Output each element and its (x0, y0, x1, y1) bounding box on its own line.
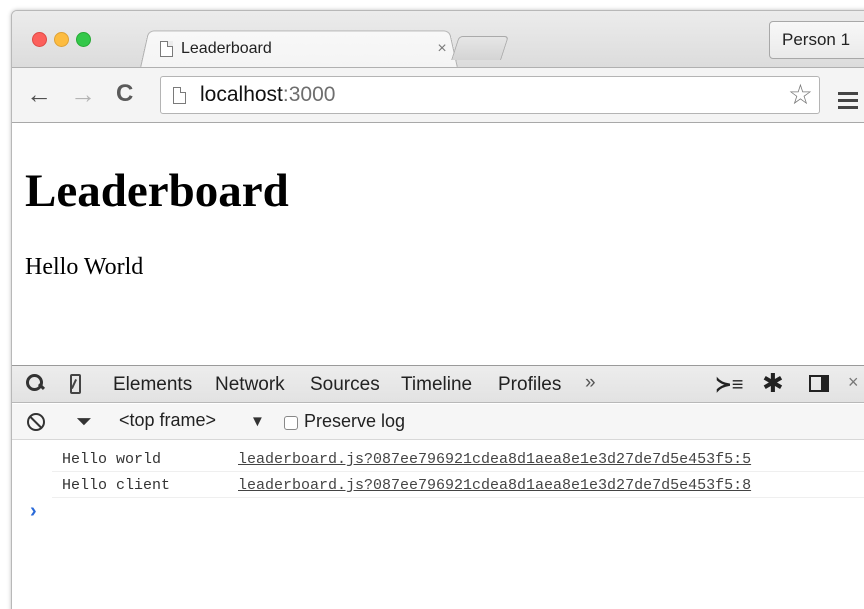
preserve-log-label: Preserve log (304, 411, 406, 431)
back-button[interactable]: ← (26, 80, 52, 108)
console-row: Hello world leaderboard.js?087ee796921cd… (52, 446, 864, 472)
tab-strip: Leaderboard × Person 1 (12, 11, 864, 68)
device-icon[interactable] (70, 374, 81, 394)
devtools-tab-bar: Elements Network Sources Timeline Profil… (12, 366, 864, 403)
reload-button[interactable]: C (116, 80, 133, 108)
tab-leaderboard-content[interactable]: Leaderboard × (160, 33, 452, 65)
clear-icon[interactable] (27, 413, 45, 431)
dock-icon[interactable] (809, 375, 829, 392)
console-source-link[interactable]: leaderboard.js?087ee796921cdea8d1aea8e1e… (238, 451, 751, 468)
page-icon (160, 41, 173, 57)
tab-title: Leaderboard (181, 40, 272, 57)
browser-window: Leaderboard × Person 1 ← → C localhost:3… (11, 10, 864, 609)
search-icon[interactable] (26, 371, 44, 391)
page-heading: Leaderboard (25, 165, 289, 217)
zoom-window-button[interactable] (76, 32, 91, 47)
address-bar[interactable]: localhost:3000 ☆ (160, 76, 820, 114)
close-devtools-icon[interactable]: × (848, 372, 859, 393)
tab-network[interactable]: Network (215, 374, 285, 396)
gear-icon[interactable]: ✱ (762, 368, 784, 399)
tab-timeline[interactable]: Timeline (401, 374, 472, 396)
filter-icon[interactable]: ⏷ (76, 411, 92, 434)
console-message: Hello client (62, 477, 171, 494)
preserve-log-checkbox[interactable] (284, 416, 298, 430)
console-filter-bar: ⏷ <top frame> ▼ Preserve log (12, 404, 864, 440)
star-icon[interactable]: ☆ (788, 80, 813, 110)
devtools-panel: Elements Network Sources Timeline Profil… (12, 365, 864, 609)
page-viewport: Leaderboard Hello World (12, 124, 864, 365)
close-window-button[interactable] (32, 32, 47, 47)
profile-button[interactable]: Person 1 (769, 21, 864, 59)
console-message: Hello world (62, 451, 162, 468)
new-tab-button[interactable] (451, 36, 509, 60)
tab-sources[interactable]: Sources (310, 374, 380, 396)
url-port: :3000 (282, 83, 336, 106)
tab-profiles[interactable]: Profiles (498, 374, 561, 396)
chevron-down-icon[interactable]: ▼ (250, 413, 265, 430)
page-body-text: Hello World (25, 254, 144, 280)
url-host: localhost (200, 83, 283, 106)
forward-button[interactable]: → (70, 80, 96, 108)
frame-select[interactable]: <top frame> (119, 410, 216, 431)
tab-elements[interactable]: Elements (113, 374, 192, 396)
prompt-icon[interactable]: › (30, 500, 37, 523)
console-row: Hello client leaderboard.js?087ee796921c… (52, 472, 864, 498)
menu-icon[interactable] (838, 92, 858, 110)
tab-close-icon[interactable]: × (432, 40, 452, 58)
page-icon (173, 86, 186, 104)
minimize-window-button[interactable] (54, 32, 69, 47)
more-tabs-icon[interactable]: » (585, 372, 596, 394)
console-source-link[interactable]: leaderboard.js?087ee796921cdea8d1aea8e1e… (238, 477, 751, 494)
browser-toolbar: ← → C localhost:3000 ☆ (12, 67, 864, 123)
console-drawer-icon[interactable]: ≻≡ (715, 372, 743, 397)
